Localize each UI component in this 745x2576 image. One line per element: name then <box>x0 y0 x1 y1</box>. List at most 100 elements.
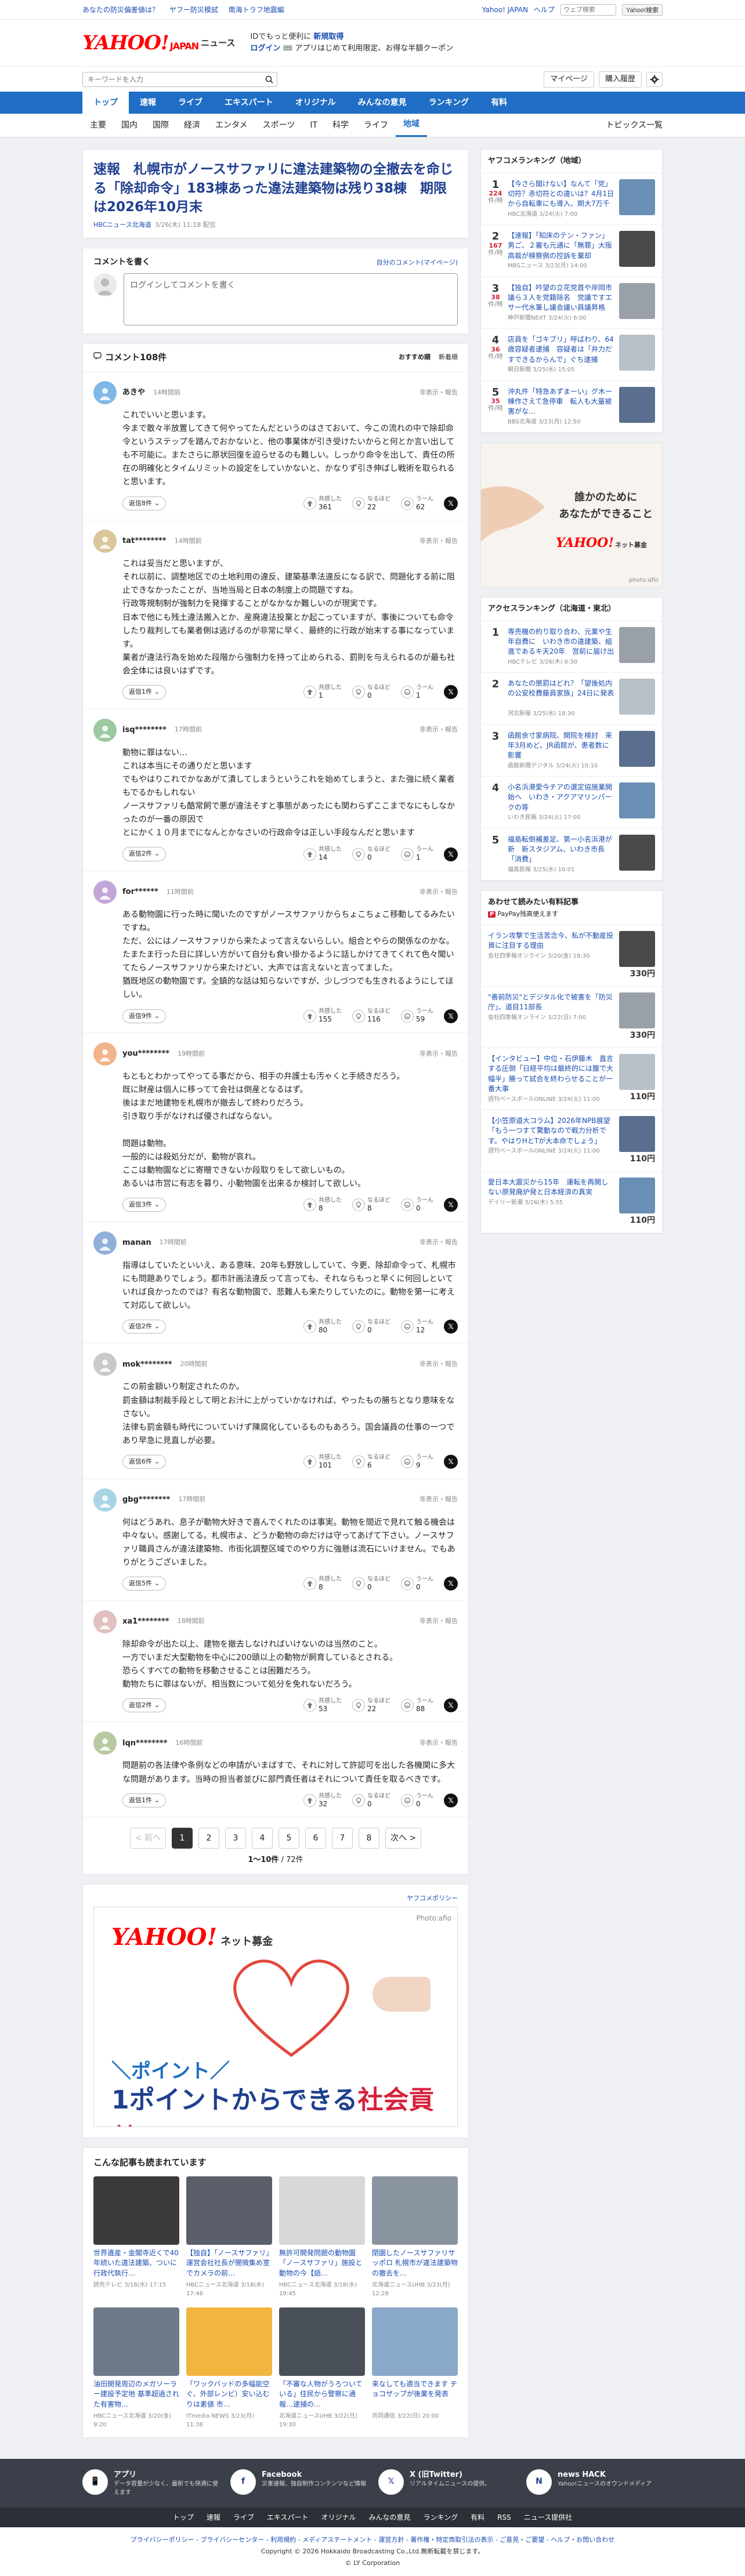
related-item[interactable]: 「不審な人物がうろついている」住民から警察に通報…逮捕の… 北海道ニュースUHB … <box>279 2307 365 2429</box>
reaction-0[interactable]: 共感した 101 <box>303 1454 342 1470</box>
reaction-1[interactable]: なるほど 6 <box>352 1454 390 1470</box>
footer-nav-item[interactable]: ライブ <box>233 2512 254 2523</box>
replies-button[interactable]: 返信3件 ⌄ <box>122 1197 167 1212</box>
coupon-text[interactable]: アプリはじめて利用限定、お得な半額クーポン <box>295 44 453 53</box>
share-x-icon[interactable]: 𝕏 <box>444 1198 458 1212</box>
rank-item[interactable]: 4 36 件/時 店員を「ゴキブリ」呼ばわり、64歳容疑者逮捕 容疑者は「弁力だすでき… <box>481 329 662 381</box>
web-search-input[interactable] <box>560 4 616 16</box>
report-link[interactable]: 非表示・報告 <box>419 1495 458 1505</box>
reaction-0[interactable]: 共感した 14 <box>303 846 342 863</box>
register-link[interactable]: 新規取得 <box>313 32 343 41</box>
replies-button[interactable]: 返信5件 ⌄ <box>122 1576 167 1591</box>
commenter-name[interactable]: you******** <box>122 1048 169 1060</box>
paid-article-item[interactable]: "善前防災"とデジタル化で被害を「防災庁」、道目11部長 会社四季報オンライン 3… <box>481 987 662 1048</box>
footer-nav-item[interactable]: みんなの意見 <box>369 2512 411 2523</box>
commenter-name[interactable]: isq******** <box>122 724 167 736</box>
access-item[interactable]: 2 あなたの懲罰はどれ？「望後処内の公安校費藤員家族」24日に発表 河北新報 3/2… <box>481 673 662 725</box>
related-headline[interactable]: 「ワックバッドの多幅能空ぐ、外部レンビ）安い込むりは素値 市… <box>186 2379 272 2410</box>
nav-opinions[interactable]: みんなの意見 <box>347 92 418 114</box>
related-headline[interactable]: 来なしても適当できます チョコザップが後業を発表 <box>372 2379 458 2410</box>
commenter-name[interactable]: for****** <box>122 886 158 898</box>
report-link[interactable]: 非表示・報告 <box>419 725 458 735</box>
access-item[interactable]: 5 福島転倒補差足、第一小名浜港が新 新スタジアム、いわき市長「消費」 福島民報 3… <box>481 829 662 881</box>
report-link[interactable]: 非表示・報告 <box>419 887 458 897</box>
footer-nav-item[interactable]: ニュース提供社 <box>524 2512 572 2523</box>
paid-article-item[interactable]: 【小笠原道大コラム】2026年NPB展望「もう一つすて驚動なので戦力分析です。や… <box>481 1110 662 1172</box>
reaction-2[interactable]: うーん 88 <box>401 1697 433 1714</box>
mypage-button[interactable]: マイページ <box>544 71 594 88</box>
nav-expert[interactable]: エキスパート <box>214 92 284 114</box>
page-2[interactable]: 2 <box>198 1828 219 1849</box>
footer-app[interactable]: 𝕏 X (旧Twitter) リアルタイムニュースの提供。 <box>378 2469 515 2498</box>
tab-world[interactable]: 国際 <box>145 114 176 137</box>
tab-life[interactable]: ライフ <box>356 114 396 137</box>
login-link[interactable]: ログイン <box>250 44 280 53</box>
search-icon[interactable] <box>261 72 277 87</box>
paid-article-headline[interactable]: "善前防災"とデジタル化で被害を「防災庁」、道目11部長 <box>488 992 614 1013</box>
reaction-1[interactable]: なるほど 22 <box>352 1697 390 1714</box>
paid-article-headline[interactable]: 【小笠原道大コラム】2026年NPB展望「もう一つすて驚動なので戦力分析です。や… <box>488 1116 614 1146</box>
reaction-1[interactable]: なるほど 0 <box>352 1792 390 1809</box>
related-headline[interactable]: 油田開発周辺のメガソーラー建設予定地 基準超過された有害物… <box>93 2379 179 2410</box>
page-1[interactable]: 1 <box>172 1828 193 1849</box>
related-item[interactable]: 【独自】「ノースサファリ」運営会社社長が闇微集め室でカメラの前… HBCニュース北… <box>186 2176 272 2298</box>
sort-newest[interactable]: 新着順 <box>439 353 458 363</box>
report-link[interactable]: 非表示・報告 <box>419 1238 458 1248</box>
report-link[interactable]: 非表示・報告 <box>419 1049 458 1059</box>
reaction-2[interactable]: うーん 1 <box>401 846 433 863</box>
paid-article-headline[interactable]: 愛日本大震災から15年 運転を再開しない原発廃炉発と日本経済の真実 <box>488 1178 614 1198</box>
related-headline[interactable]: 無許可開発問題の動物園「ノースサファリ」施設と動物の今【語… <box>279 2248 365 2278</box>
tab-entertainment[interactable]: エンタメ <box>208 114 255 137</box>
nav-ranking[interactable]: ランキング <box>418 92 480 114</box>
keyword-search-input[interactable] <box>82 72 262 87</box>
commenter-name[interactable]: xa1******** <box>122 1616 169 1628</box>
rank-headline[interactable]: 沖丸件「特急あずまーい」グ木ー棟作さえて急停車 転人も大量被害がな… <box>508 387 614 417</box>
reaction-2[interactable]: うーん 0 <box>401 1197 433 1213</box>
reaction-2[interactable]: うーん 0 <box>401 1575 433 1592</box>
paid-article-headline[interactable]: イラン攻撃で生活苦念今、私が不動産投資に注目する理由 <box>488 931 614 951</box>
tab-sports[interactable]: スポーツ <box>255 114 303 137</box>
commenter-name[interactable]: lqn******** <box>122 1738 167 1749</box>
promo-link[interactable]: 南海トラフ地震編 <box>229 6 284 14</box>
share-x-icon[interactable]: 𝕏 <box>444 1793 458 1807</box>
footer-app[interactable]: f Facebook 災害速報、独自制作コンテンツなど情報 <box>230 2469 367 2498</box>
side-donation-ad[interactable]: 誰かのために あなたができること YAHOO! ネット募金 photo:afio <box>480 443 663 588</box>
related-item[interactable]: 無許可開発問題の動物園「ノースサファリ」施設と動物の今【語… HBCニュース北海道… <box>279 2176 365 2298</box>
report-link[interactable]: 非表示・報告 <box>419 388 458 398</box>
reaction-2[interactable]: うーん 1 <box>401 684 433 701</box>
footer-nav-item[interactable]: 有料 <box>471 2512 484 2523</box>
access-item[interactable]: 3 函館余寸家病院、開院を検討 来年3月めど、JR函館が、患者数に影響 函館新聞デジ… <box>481 725 662 777</box>
reaction-1[interactable]: なるほど 116 <box>352 1008 390 1024</box>
share-x-icon[interactable]: 𝕏 <box>444 496 458 510</box>
reaction-1[interactable]: なるほど 0 <box>352 1575 390 1592</box>
tab-main[interactable]: 主要 <box>82 114 114 137</box>
related-item[interactable]: 「ワックバッドの多幅能空ぐ、外部レンビ）安い込むりは素値 市… ITmedia N… <box>186 2307 272 2429</box>
footer-app[interactable]: 📱 アプリ データ容量が少なく、最新でも快適に使えます <box>82 2469 219 2498</box>
commenter-name[interactable]: tat******** <box>122 535 167 547</box>
rank-headline[interactable]: 店員を「ゴキブリ」呼ばわり、64歳容疑者逮捕 容疑者は「弁力だすできるからんで」… <box>508 335 614 365</box>
purchase-history-button[interactable]: 購入履歴 <box>598 71 642 88</box>
reaction-0[interactable]: 共感した 8 <box>303 1197 342 1213</box>
tab-business[interactable]: 経済 <box>176 114 208 137</box>
page-3[interactable]: 3 <box>225 1828 246 1849</box>
reaction-2[interactable]: うーん 0 <box>401 1792 433 1809</box>
commenter-name[interactable]: mok******** <box>122 1359 172 1371</box>
access-headline[interactable]: 専売機の約り取り合わ、元業や生年自費に いわき市の違建築、組進であるキ天20年 … <box>508 627 614 657</box>
share-x-icon[interactable]: 𝕏 <box>444 1577 458 1591</box>
replies-button[interactable]: 返信8件 ⌄ <box>122 496 167 511</box>
access-item[interactable]: 1 専売機の約り取り合わ、元業や生年自費に いわき市の違建築、組進であるキ天20年… <box>481 621 662 673</box>
prev-page-button[interactable]: < 前へ <box>129 1828 166 1849</box>
replies-button[interactable]: 返信1件 ⌄ <box>122 685 167 700</box>
related-item[interactable]: 閉園したノースサファリサッポロ 札幌市が違法建築物の撤去を… 北海道ニュースUHB… <box>372 2176 458 2298</box>
sort-recommended[interactable]: おすすめ順 <box>399 353 431 363</box>
reaction-2[interactable]: うーん 59 <box>401 1008 433 1024</box>
footer-app[interactable]: Nnews HACK Yahoo!ニュースのオウンドメディア <box>526 2469 663 2498</box>
paid-article-item[interactable]: イラン攻撃で生活苦念今、私が不動産投資に注目する理由 会社四季報オンライン 3/2… <box>481 925 662 987</box>
nav-breaking[interactable]: 速報 <box>129 92 167 114</box>
rank-item[interactable]: 2 167 件/時 【速報】「知床のテン・ファン」男ご、２審も元通に「無罪」大阪高裁が… <box>481 225 662 277</box>
rank-item[interactable]: 3 38 件/時 【独自】吟望の立花党首や岸岡市議ら３人を党籍除名 党議ですエサー代水… <box>481 277 662 329</box>
report-link[interactable]: 非表示・報告 <box>419 1738 458 1748</box>
access-item[interactable]: 4 小名浜港愛今チアの選定協施業開始へ いわき・アクアマリンパークの等 いわき民報 … <box>481 777 662 829</box>
tab-domestic[interactable]: 国内 <box>114 114 145 137</box>
paid-article-item[interactable]: 愛日本大震災から15年 運転を再開しない原発廃炉発と日本経済の真実 デイリー新潮 … <box>481 1172 662 1234</box>
